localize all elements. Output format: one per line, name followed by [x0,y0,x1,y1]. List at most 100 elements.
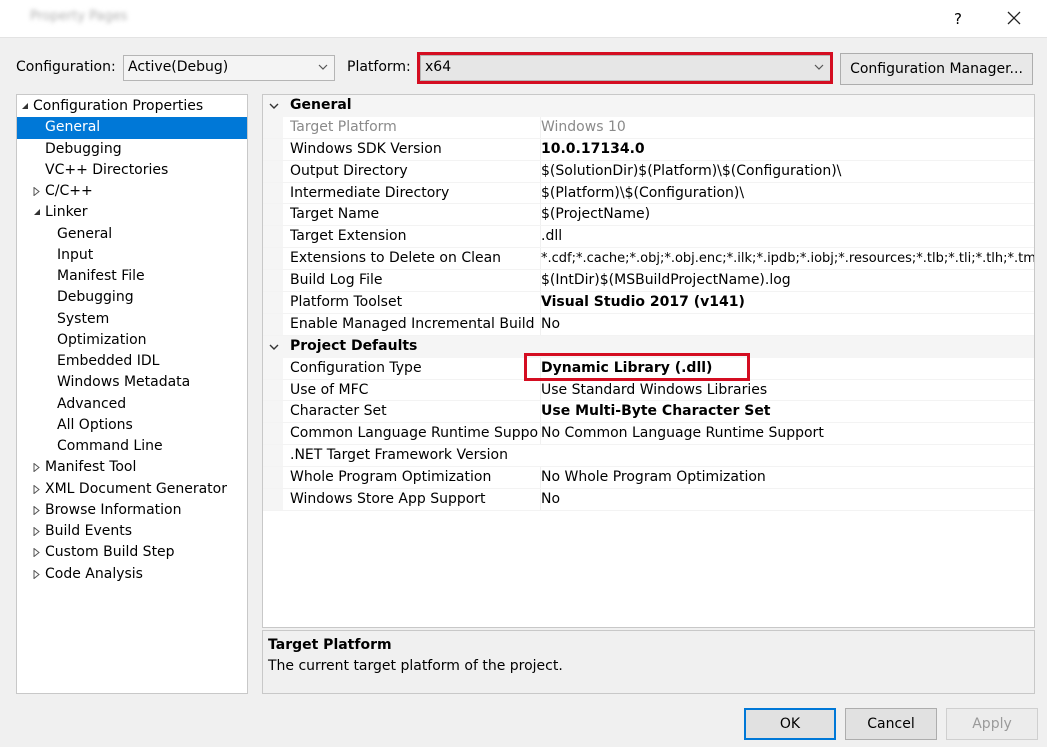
tree-item-label: Custom Build Step [45,544,175,561]
tree-item-linker-general[interactable]: General [17,224,247,245]
platform-label: Platform: [347,59,411,75]
property-row[interactable]: Windows Store App Support No [263,489,1034,511]
tree-item-linker-windows-metadata[interactable]: Windows Metadata [17,372,247,393]
tree-item-linker-advanced[interactable]: Advanced [17,394,247,415]
tree-item-linker[interactable]: Linker [17,202,247,223]
property-value: .dll [540,226,1034,248]
property-row[interactable]: Character Set Use Multi-Byte Character Se… [263,401,1034,424]
collapsed-arrow-icon[interactable] [33,500,43,521]
cancel-button[interactable]: Cancel [845,708,937,740]
tree-item-label: VC++ Directories [45,161,169,178]
property-row[interactable]: Intermediate Directory $(Platform)\$(Conf… [263,182,1034,205]
property-row[interactable]: Enable Managed Incremental Build No [263,313,1034,336]
chevron-down-icon[interactable] [268,100,280,112]
platform-value: x64 [425,59,452,75]
category-label: General [290,97,352,113]
property-row[interactable]: Target Extension .dll [263,226,1034,249]
property-name: Platform Toolset [290,294,403,311]
help-button[interactable]: ? [940,4,976,34]
configuration-manager-button[interactable]: Configuration Manager... [840,53,1033,85]
tree-item-label: Linker [45,204,88,221]
tree-item-debugging[interactable]: Debugging [17,139,247,160]
chevron-down-icon [318,64,328,70]
configuration-dropdown[interactable]: Active(Debug) [123,55,335,81]
tree-item-label: Browse Information [45,501,182,518]
tree-item-linker-command-line[interactable]: Command Line [17,436,247,457]
apply-button[interactable]: Apply [946,708,1038,740]
collapsed-arrow-icon[interactable] [33,521,43,542]
description-title: Target Platform [268,637,392,653]
property-grid[interactable]: General Target Platform Windows 10 Window… [262,94,1035,628]
tree-item-vc-directories[interactable]: VC++ Directories [17,160,247,181]
tree-item-build-events[interactable]: Build Events [17,521,247,542]
property-name: Output Directory [290,162,408,179]
expanded-arrow-icon[interactable] [33,202,43,223]
property-name: Windows SDK Version [290,140,442,157]
property-value: No [540,313,1034,335]
ok-button[interactable]: OK [744,708,836,740]
property-tree[interactable]: Configuration Properties General Debuggi… [16,94,248,694]
tree-item-xml-document-generator[interactable]: XML Document Generator [17,479,247,500]
property-row[interactable]: Target Name $(ProjectName) [263,204,1034,227]
property-row[interactable]: Extensions to Delete on Clean *.cdf;*.cac… [263,248,1034,271]
property-value: Dynamic Library (.dll) [540,357,1034,379]
expanded-arrow-icon[interactable] [21,96,31,117]
tree-item-linker-input[interactable]: Input [17,245,247,266]
window-title: Property Pages [30,9,128,24]
property-value: $(IntDir)$(MSBuildProjectName).log [540,270,1034,292]
collapsed-arrow-icon[interactable] [33,457,43,478]
property-value: Windows 10 [540,116,1034,138]
tree-item-linker-debugging[interactable]: Debugging [17,287,247,308]
collapsed-arrow-icon[interactable] [33,479,43,500]
property-row[interactable]: Target Platform Windows 10 [263,116,1034,139]
tree-item-label: Command Line [57,438,163,454]
property-value: Use Standard Windows Libraries [540,379,1034,401]
property-name: Whole Program Optimization [290,469,492,486]
property-row[interactable]: Whole Program Optimization No Whole Progr… [263,467,1034,490]
property-row[interactable]: Output Directory $(SolutionDir)$(Platform… [263,160,1034,183]
property-value: $(ProjectName) [540,204,1034,226]
close-button[interactable] [996,3,1032,33]
category-project-defaults[interactable]: Project Defaults [263,335,1034,358]
property-row[interactable]: Windows SDK Version 10.0.17134.0 [263,138,1034,161]
property-row[interactable]: Build Log File $(IntDir)$(MSBuildProjectN… [263,270,1034,293]
category-general[interactable]: General [263,95,1034,117]
tree-item-linker-embedded-idl[interactable]: Embedded IDL [17,351,247,372]
property-value: Visual Studio 2017 (v141) [540,292,1034,314]
property-row[interactable]: Common Language Runtime Support No Common… [263,423,1034,446]
platform-dropdown[interactable]: x64 [420,55,831,81]
collapsed-arrow-icon[interactable] [33,564,43,585]
property-name: Target Name [290,206,380,223]
property-name: Intermediate Directory [290,184,450,201]
collapsed-arrow-icon[interactable] [33,542,43,563]
property-value: No Common Language Runtime Support [540,423,1034,445]
chevron-down-icon[interactable] [268,341,280,353]
title-bar: Property Pages ? [0,0,1047,38]
tree-item-manifest-tool[interactable]: Manifest Tool [17,457,247,478]
close-icon [1007,11,1021,25]
tree-item-label: C/C++ [45,183,93,199]
property-value: 10.0.17134.0 [540,138,1034,160]
property-row[interactable]: Configuration Type Dynamic Library (.dll) [263,357,1034,380]
tree-item-linker-optimization[interactable]: Optimization [17,330,247,351]
tree-item-code-analysis[interactable]: Code Analysis [17,564,247,585]
property-row[interactable]: .NET Target Framework Version [263,445,1034,468]
property-name: Common Language Runtime Support [290,425,538,442]
property-name: Build Log File [290,272,383,289]
tree-item-c-cpp[interactable]: C/C++ [17,181,247,202]
collapsed-arrow-icon[interactable] [33,181,43,202]
tree-item-label: Code Analysis [45,565,143,582]
property-name: Enable Managed Incremental Build [290,315,535,332]
property-row[interactable]: Use of MFC Use Standard Windows Libraries [263,379,1034,402]
tree-item-configuration-properties[interactable]: Configuration Properties [17,96,247,117]
tree-item-linker-manifest-file[interactable]: Manifest File [17,266,247,287]
tree-item-custom-build-step[interactable]: Custom Build Step [17,542,247,563]
tree-item-label: Debugging [57,289,134,306]
property-row[interactable]: Platform Toolset Visual Studio 2017 (v141… [263,292,1034,314]
tree-item-linker-system[interactable]: System [17,309,247,330]
tree-item-label: Optimization [57,331,147,348]
tree-item-linker-all-options[interactable]: All Options [17,415,247,436]
tree-item-browse-information[interactable]: Browse Information [17,500,247,521]
tree-item-general[interactable]: General [17,117,247,139]
tree-item-label: Input [57,246,94,263]
